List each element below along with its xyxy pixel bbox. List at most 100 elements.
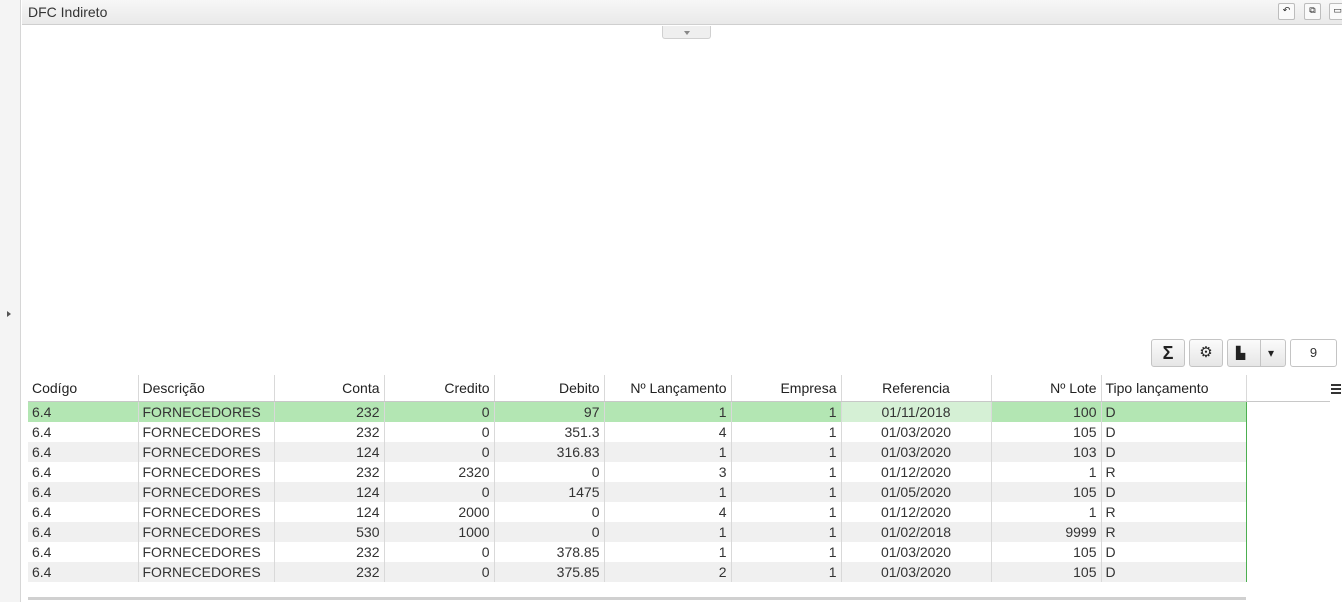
grid-footer-bar (28, 597, 1246, 600)
cell-empresa: 1 (731, 502, 842, 522)
export-dropdown-icon[interactable]: ▾ (1268, 340, 1274, 366)
sigma-icon: Σ (1162, 343, 1174, 363)
cell-tipo: D (1101, 401, 1247, 422)
column-header-debito[interactable]: Debito (494, 375, 605, 402)
cell-lancamento: 3 (604, 462, 732, 482)
cell-credito: 2000 (384, 502, 495, 522)
cell-conta: 232 (274, 562, 385, 582)
cell-lancamento: 1 (604, 542, 732, 562)
column-header-lote[interactable]: Nº Lote (991, 375, 1102, 402)
panel-collapse-tab[interactable] (662, 26, 711, 39)
cell-referencia: 01/03/2020 (841, 562, 992, 582)
column-header-empresa[interactable]: Empresa (731, 375, 842, 402)
cell-descricao: FORNECEDORES (138, 401, 275, 422)
table-row[interactable]: 6.4 FORNECEDORES 530 1000 0 1 1 01/02/2018 9999 R (28, 522, 1330, 542)
cell-lote: 1 (991, 462, 1102, 482)
cell-lancamento: 4 (604, 502, 732, 522)
cell-filler (1246, 422, 1330, 442)
cell-descricao: FORNECEDORES (138, 462, 275, 482)
cell-tipo: D (1101, 482, 1247, 502)
chevron-down-icon (684, 31, 690, 35)
table-row[interactable]: 6.4 FORNECEDORES 232 2320 0 3 1 01/12/2020 1 R (28, 462, 1330, 482)
cell-conta: 232 (274, 542, 385, 562)
export-button[interactable]: ▙ ▾ (1227, 339, 1286, 367)
column-menu-icon[interactable] (1331, 384, 1341, 396)
expand-arrow-icon[interactable] (7, 311, 11, 317)
cell-filler (1246, 401, 1330, 422)
cell-codigo: 6.4 (28, 422, 139, 442)
cell-lote: 105 (991, 542, 1102, 562)
float-window-button[interactable]: ⧉ (1304, 3, 1321, 20)
cell-lote: 103 (991, 442, 1102, 462)
cell-lote: 1 (991, 502, 1102, 522)
cell-descricao: FORNECEDORES (138, 422, 275, 442)
cell-debito: 97 (494, 401, 605, 422)
cell-codigo: 6.4 (28, 542, 139, 562)
cell-tipo: D (1101, 542, 1247, 562)
export-button-divider (1260, 340, 1261, 366)
restore-window-button[interactable]: ↶ (1278, 3, 1295, 20)
page-size-input[interactable]: 9 (1290, 339, 1337, 367)
cell-tipo: R (1101, 522, 1247, 542)
cell-tipo: D (1101, 422, 1247, 442)
maximize-icon: ▭ (1333, 6, 1342, 16)
cell-lancamento: 1 (604, 482, 732, 502)
cell-debito: 0 (494, 462, 605, 482)
cell-descricao: FORNECEDORES (138, 482, 275, 502)
cell-empresa: 1 (731, 422, 842, 442)
cell-lote: 105 (991, 422, 1102, 442)
cell-conta: 530 (274, 522, 385, 542)
cell-credito: 0 (384, 442, 495, 462)
table-row[interactable]: 6.4 FORNECEDORES 232 0 97 1 1 01/11/2018 100 D (28, 401, 1330, 422)
maximize-window-button[interactable]: ▭ (1329, 3, 1342, 20)
cell-lote: 105 (991, 562, 1102, 582)
cell-debito: 0 (494, 502, 605, 522)
table-row[interactable]: 6.4 FORNECEDORES 124 0 1475 1 1 01/05/2020 105 D (28, 482, 1330, 502)
cell-referencia: 01/05/2020 (841, 482, 992, 502)
column-header-conta[interactable]: Conta (274, 375, 385, 402)
column-header-credito[interactable]: Credito (384, 375, 495, 402)
sum-button[interactable]: Σ (1151, 339, 1185, 367)
cell-lancamento: 1 (604, 401, 732, 422)
left-collapse-bar[interactable] (0, 0, 21, 602)
cell-filler (1246, 542, 1330, 562)
grid-settings-button[interactable]: ⚙ (1189, 339, 1223, 367)
table-row[interactable]: 6.4 FORNECEDORES 232 0 351.3 4 1 01/03/2020 105 D (28, 422, 1330, 442)
data-table: Codígo Descrição Conta Credito Debito Nº… (28, 375, 1330, 582)
cell-tipo: R (1101, 502, 1247, 522)
table-row[interactable]: 6.4 FORNECEDORES 232 0 378.85 1 1 01/03/2020 105… (28, 542, 1330, 562)
cell-debito: 378.85 (494, 542, 605, 562)
cell-lancamento: 4 (604, 422, 732, 442)
window-title: DFC Indireto (28, 4, 108, 20)
table-row[interactable]: 6.4 FORNECEDORES 232 0 375.85 2 1 01/03/2020 105… (28, 562, 1330, 582)
cell-lancamento: 1 (604, 522, 732, 542)
cell-credito: 0 (384, 422, 495, 442)
cell-referencia: 01/12/2020 (841, 462, 992, 482)
cell-credito: 1000 (384, 522, 495, 542)
cell-filler (1246, 562, 1330, 582)
cell-descricao: FORNECEDORES (138, 442, 275, 462)
cell-credito: 0 (384, 401, 495, 422)
window-header: DFC Indireto ↶ ⧉ ▭ (22, 0, 1342, 25)
cell-filler (1246, 522, 1330, 542)
float-icon: ⧉ (1309, 6, 1316, 16)
table-row[interactable]: 6.4 FORNECEDORES 124 2000 0 4 1 01/12/2020 1 R (28, 502, 1330, 522)
column-header-referencia[interactable]: Referencia (841, 375, 992, 402)
cell-descricao: FORNECEDORES (138, 562, 275, 582)
export-file-icon: ▙ (1236, 346, 1246, 360)
column-header-tipo-lancamento[interactable]: Tipo lançamento (1101, 375, 1247, 402)
cell-filler (1246, 442, 1330, 462)
cell-referencia: 01/03/2020 (841, 422, 992, 442)
grid-body: 6.4 FORNECEDORES 232 0 97 1 1 01/11/2018 100 D 6.4… (28, 401, 1330, 582)
cell-tipo: D (1101, 442, 1247, 462)
cell-filler (1246, 462, 1330, 482)
column-header-lancamento[interactable]: Nº Lançamento (604, 375, 732, 402)
column-header-codigo[interactable]: Codígo (28, 375, 139, 402)
cell-conta: 232 (274, 401, 385, 422)
cell-tipo: D (1101, 562, 1247, 582)
table-row[interactable]: 6.4 FORNECEDORES 124 0 316.83 1 1 01/03/2020 103… (28, 442, 1330, 462)
cell-tipo: R (1101, 462, 1247, 482)
cell-filler (1246, 482, 1330, 502)
cell-descricao: FORNECEDORES (138, 522, 275, 542)
column-header-descricao[interactable]: Descrição (138, 375, 275, 402)
